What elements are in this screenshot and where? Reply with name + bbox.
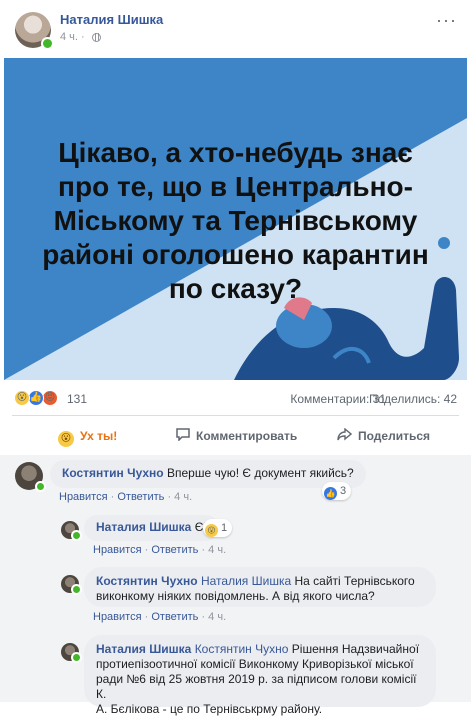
react-button[interactable]: 😮 Ух ты! xyxy=(58,416,117,456)
comment-actions: Нравится · Ответить · 4 ч. xyxy=(93,544,227,556)
comment-reactions[interactable]: 😮 1 xyxy=(203,519,233,537)
comments-section: Костянтин Чухно Вперше чую! Є документ я… xyxy=(0,455,471,716)
reactions-summary: 😮 👍 😡 131 Комментарии: 31 Поделились: 42 xyxy=(0,385,471,411)
comment-text-line1: Рішення Надзвичайної xyxy=(291,642,420,656)
online-status-icon xyxy=(71,530,82,541)
commenter-name-link[interactable]: Наталия Шишка xyxy=(96,642,191,656)
comment-timestamp[interactable]: 4 ч. xyxy=(174,491,192,503)
comment-text-line2: протиепізоотичної комісії Виконкому Крив… xyxy=(96,657,414,671)
comment-actions: Нравится · Ответить · 4 ч. xyxy=(59,491,193,503)
comment-item: Костянтин Чухно Вперше чую! Є документ я… xyxy=(0,455,471,515)
online-status-icon xyxy=(71,652,82,663)
reply-item: Наталия Шишка Є! 😮 1 Нравится · Ответить … xyxy=(0,515,471,563)
angry-reaction-icon[interactable]: 😡 xyxy=(42,390,58,406)
commenter-name-link[interactable]: Костянтин Чухно xyxy=(96,574,198,588)
commenter-avatar[interactable] xyxy=(61,521,82,541)
comment-bubble: Наталия Шишка Костянтин Чухно Рішення На… xyxy=(84,635,436,716)
post-meta: 4 ч. · xyxy=(60,31,101,43)
share-arrow-icon xyxy=(337,416,353,456)
comment-bubble: Костянтин Чухно Наталия Шишка На сайті Т… xyxy=(84,567,436,607)
commenter-avatar[interactable] xyxy=(61,575,82,595)
comment-text-line4: А. Бєлікова - це по Тернівськрму району. xyxy=(96,702,323,716)
share-button[interactable]: Поделиться xyxy=(337,416,430,456)
comment-timestamp[interactable]: 4 ч. xyxy=(208,611,226,623)
banner-text: Цікаво, а хто-небудь знає про те, що в Ц… xyxy=(42,137,429,304)
commenter-avatar[interactable] xyxy=(61,643,82,663)
mention-link[interactable]: Костянтин Чухно xyxy=(195,642,289,656)
ellipsis-icon[interactable]: ··· xyxy=(436,10,457,31)
react-button-label: Ух ты! xyxy=(80,429,118,443)
post-banner-image[interactable]: Цікаво, а хто-небудь знає про те, що в Ц… xyxy=(4,58,467,380)
wow-emoji-icon: 😮 xyxy=(58,431,74,447)
commenter-name-link[interactable]: Наталия Шишка xyxy=(96,520,191,534)
author-name-link[interactable]: Наталия Шишка xyxy=(60,12,163,27)
reply-item: Костянтин Чухно Наталия Шишка На сайті Т… xyxy=(0,567,471,635)
commenter-avatar[interactable] xyxy=(15,462,46,492)
shares-count-link[interactable]: Поделились: 42 xyxy=(369,392,457,406)
comment-button[interactable]: Комментировать xyxy=(176,416,297,456)
commenter-name-link[interactable]: Костянтин Чухно xyxy=(62,466,164,480)
post-header: Наталия Шишка 4 ч. · ··· xyxy=(0,0,471,58)
like-comment-link[interactable]: Нравится xyxy=(93,611,142,623)
comment-text-line1: На сайті Тернівського xyxy=(294,574,415,588)
share-button-label: Поделиться xyxy=(358,429,431,443)
mention-link[interactable]: Наталия Шишка xyxy=(201,574,291,588)
online-status-icon xyxy=(41,37,54,50)
comment-bubble: Костянтин Чухно Вперше чую! Є документ я… xyxy=(50,460,366,488)
comment-bubble: Наталия Шишка Є! xyxy=(84,515,219,541)
comment-text: Вперше чую! Є документ якийсь? xyxy=(166,466,354,480)
like-comment-link[interactable]: Нравится xyxy=(59,491,108,503)
comment-bubble-icon xyxy=(176,416,190,456)
like-reaction-icon: 👍 xyxy=(324,487,337,500)
online-status-icon xyxy=(71,584,82,595)
comment-reactions[interactable]: 👍 3 xyxy=(322,482,352,500)
wow-reaction-icon: 😮 xyxy=(205,524,218,537)
post-timestamp[interactable]: 4 ч. xyxy=(60,31,78,43)
author-avatar[interactable] xyxy=(15,12,54,50)
online-status-icon xyxy=(35,481,46,492)
comment-button-label: Комментировать xyxy=(196,429,298,443)
comment-text-line2: виконкому ніяких повідомлень. А від яког… xyxy=(96,589,375,603)
like-reaction-icon[interactable]: 👍 xyxy=(28,390,44,406)
reply-comment-link[interactable]: Ответить xyxy=(151,611,198,623)
globe-icon[interactable] xyxy=(91,33,101,42)
reply-comment-link[interactable]: Ответить xyxy=(117,491,164,503)
post-action-bar: 😮 Ух ты! Комментировать Поделиться xyxy=(12,415,459,457)
like-comment-link[interactable]: Нравится xyxy=(93,544,142,556)
reply-comment-link[interactable]: Ответить xyxy=(151,544,198,556)
reaction-count[interactable]: 131 xyxy=(67,392,87,406)
wow-reaction-icon[interactable]: 😮 xyxy=(14,390,30,406)
reply-item: Наталия Шишка Костянтин Чухно Рішення На… xyxy=(0,635,471,716)
comment-timestamp[interactable]: 4 ч. xyxy=(208,544,226,556)
comment-text-line3: ради №6 від 25 жовтня 2019 р. за підписо… xyxy=(96,672,417,701)
comment-actions: Нравится · Ответить · 4 ч. xyxy=(93,611,227,623)
